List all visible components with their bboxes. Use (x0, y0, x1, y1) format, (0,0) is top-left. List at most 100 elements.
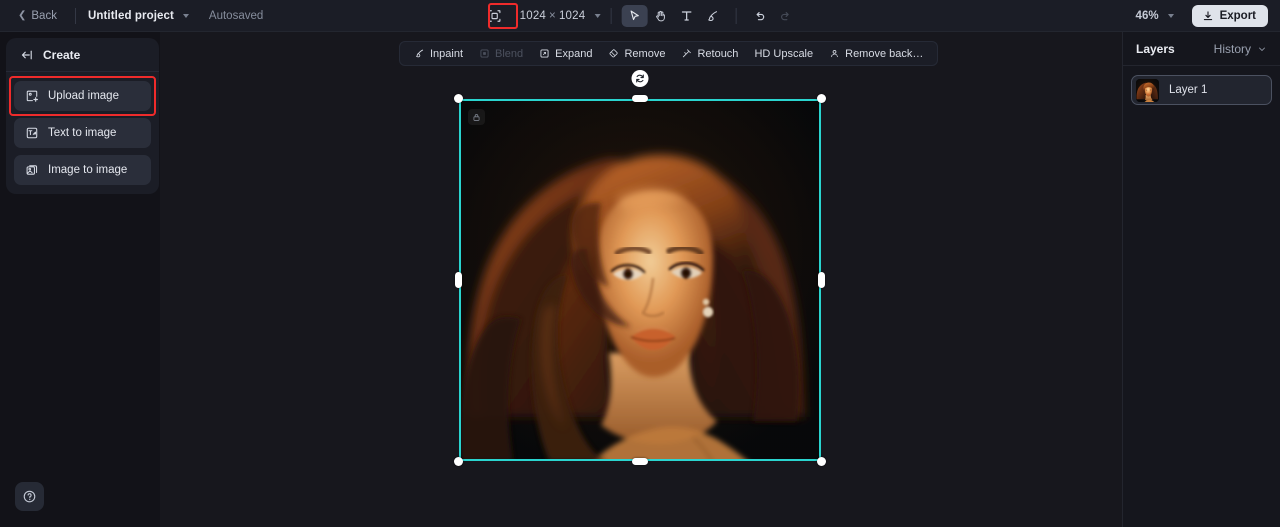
canvas-floating-toolbar: Inpaint Blend Expand Remove Retouch HD U… (399, 41, 939, 66)
project-name[interactable]: Untitled project (88, 10, 174, 22)
toolbar-item-blend-label: Blend (495, 47, 524, 60)
help-question-icon (23, 490, 36, 503)
header-left-group: ❮ Back Untitled project Autosaved (0, 0, 263, 31)
toolbar-item-expand[interactable]: Expand (531, 42, 600, 65)
toolbar-item-remove-background[interactable]: Remove back… (821, 42, 931, 65)
canvas-selection[interactable] (454, 70, 826, 466)
handle-bottom-left[interactable] (454, 457, 463, 466)
handle-bottom-center[interactable] (632, 458, 648, 465)
toolbar-divider-2 (735, 8, 737, 24)
export-button[interactable]: Export (1191, 5, 1268, 27)
inpaint-brush-icon (416, 49, 424, 58)
back-label: Back (31, 9, 57, 22)
create-panel-title: Create (43, 47, 81, 62)
portrait-thumbnail (1136, 78, 1159, 102)
redo-arrow-icon (780, 12, 789, 21)
eraser-icon (609, 49, 619, 58)
hand-icon (655, 10, 665, 22)
canvas-dimensions[interactable]: 1024 × 1024 (520, 10, 586, 22)
tab-history[interactable]: History (1214, 42, 1267, 56)
create-panel-header: Create (6, 38, 159, 72)
handle-middle-left[interactable] (455, 272, 462, 288)
help-button[interactable] (15, 482, 44, 511)
text-tool[interactable] (673, 5, 699, 27)
crop-frame-icon (488, 10, 501, 22)
back-button[interactable]: ❮ Back (12, 7, 63, 25)
toolbar-item-inpaint[interactable]: Inpaint (406, 42, 471, 65)
sidebar-item-text-to-image-label: Text to image (48, 127, 117, 139)
layer-row[interactable]: Layer 1 (1131, 75, 1272, 105)
canvas-image[interactable] (459, 99, 821, 461)
layer-name: Layer 1 (1169, 84, 1208, 96)
toolbar-item-hd-upscale[interactable]: HD Upscale (746, 42, 821, 65)
canvas-height: 1024 (558, 10, 586, 22)
brush-icon (707, 11, 717, 21)
zoom-level[interactable]: 46% (1136, 10, 1159, 22)
redo-button[interactable] (772, 5, 798, 27)
crop-frame-tool[interactable] (482, 5, 508, 27)
portrait-image (459, 99, 821, 461)
remove-background-icon (831, 49, 838, 58)
create-panel: Create Upload image Text to image Image … (6, 38, 159, 194)
toolbar-item-expand-label: Expand (555, 47, 593, 60)
layer-list: Layer 1 (1123, 66, 1280, 114)
layers-panel-header: Layers History (1123, 32, 1280, 66)
undo-arrow-icon (756, 12, 764, 21)
tab-layers[interactable]: Layers (1136, 42, 1175, 56)
sidebar-item-text-to-image[interactable]: Text to image (14, 118, 151, 148)
image-to-image-icon (26, 165, 38, 175)
dimension-separator: × (549, 10, 556, 22)
select-tool[interactable] (621, 5, 648, 27)
text-t-icon (681, 11, 692, 21)
image-lock-badge-icon[interactable] (468, 109, 485, 125)
layer-thumbnail (1136, 78, 1159, 102)
cursor-arrow-icon (630, 10, 639, 21)
collapse-panel-icon[interactable] (20, 48, 34, 62)
sidebar-item-image-to-image[interactable]: Image to image (14, 155, 151, 185)
badge-glyph-icon (473, 113, 480, 121)
toolbar-item-blend[interactable]: Blend (471, 42, 531, 65)
project-menu-chevron-down-icon[interactable] (182, 13, 189, 18)
sidebar-item-image-to-image-label: Image to image (48, 164, 128, 176)
toolbar-item-inpaint-label: Inpaint (430, 47, 464, 60)
toolbar-item-remove-label: Remove (624, 47, 666, 60)
handle-bottom-right[interactable] (817, 457, 826, 466)
rotate-handle[interactable] (631, 70, 649, 87)
handle-middle-right[interactable] (818, 272, 825, 288)
brush-tool[interactable] (699, 5, 725, 27)
upload-image-icon (26, 90, 38, 102)
autosave-status: Autosaved (208, 9, 264, 22)
create-options-list: Upload image Text to image Image to imag… (6, 72, 159, 185)
toolbar-item-retouch-label: Retouch (697, 47, 739, 60)
text-to-image-icon (26, 127, 38, 139)
upload-image-wrapper: Upload image (9, 76, 156, 116)
sidebar-item-upload-image-label: Upload image (48, 90, 119, 102)
canvas-size-chevron-down-icon[interactable] (594, 14, 601, 18)
toolbar-divider-1 (610, 8, 612, 24)
header-center-toolbar: 1024 × 1024 (482, 0, 799, 32)
chevron-down-icon (1259, 47, 1265, 51)
download-icon (1203, 11, 1212, 21)
canvas-area[interactable]: Inpaint Blend Expand Remove Retouch HD U… (160, 32, 1122, 527)
tab-history-label: History (1213, 41, 1251, 56)
handle-top-right[interactable] (817, 94, 826, 103)
header-right-group: 46% Export (1136, 0, 1268, 32)
chevron-left-icon: ❮ (18, 9, 27, 21)
top-header: ❮ Back Untitled project Autosaved 1024 × 1… (0, 0, 1280, 32)
toolbar-item-hd-upscale-label: HD Upscale (754, 47, 814, 60)
app-root: ❮ Back Untitled project Autosaved 1024 × 1… (0, 0, 1280, 527)
toolbar-item-retouch[interactable]: Retouch (673, 42, 746, 65)
sidebar-item-upload-image[interactable]: Upload image (14, 81, 151, 111)
toolbar-item-remove-background-label: Remove back… (845, 47, 924, 60)
export-label: Export (1219, 10, 1256, 22)
layers-panel: Layers History Layer 1 (1122, 32, 1280, 527)
toolbar-item-remove[interactable]: Remove (600, 42, 673, 65)
canvas-width: 1024 (519, 10, 547, 22)
rotate-handle-icon (636, 74, 644, 83)
blend-square-icon (480, 49, 489, 58)
handle-top-left[interactable] (454, 94, 463, 103)
zoom-chevron-down-icon[interactable] (1167, 14, 1174, 18)
pan-tool[interactable] (647, 5, 673, 27)
undo-button[interactable] (746, 5, 772, 27)
handle-top-center[interactable] (632, 95, 648, 102)
